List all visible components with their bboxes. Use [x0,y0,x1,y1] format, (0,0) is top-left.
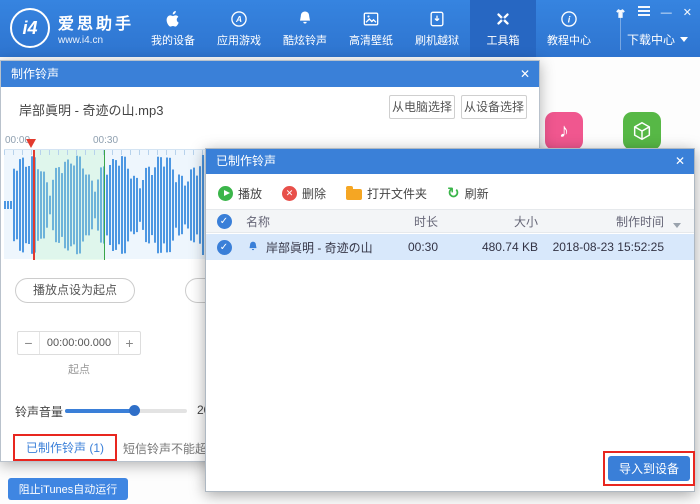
game-icon: A [229,9,249,29]
stepper-plus-button[interactable]: + [118,332,140,354]
play-icon [218,186,233,201]
made-ringtones-link[interactable]: 已制作铃声 (1) [26,439,104,456]
playhead-flag-icon [26,139,36,153]
download-center-label: 下载中心 [627,31,675,48]
chevron-down-icon [680,37,688,46]
window-controls: — ✕ [614,6,692,20]
ringtone-toolbar: 播放 ✕ 删除 打开文件夹 ↻ 刷新 [218,182,489,204]
folder-icon [346,189,362,200]
app-title: 爱思助手 [58,10,134,34]
dialog-title: 已制作铃声 [216,154,276,168]
nav-label: 刷机越狱 [415,32,459,48]
header-divider [620,10,621,50]
svg-text:i: i [568,14,571,24]
refresh-icon: ↻ [447,186,460,201]
close-icon[interactable]: ✕ [683,6,692,20]
ringtone-tool-tile[interactable]: ♪ [545,112,583,150]
app-header: i4 爱思助手 www.i4.cn 我的设备 A 应用游戏 [0,0,700,57]
dialog-titlebar: 已制作铃声 ✕ [206,149,694,174]
row-size: 480.74 KB [442,240,542,254]
import-to-device-button[interactable]: 导入到设备 [608,456,690,481]
main-nav: 我的设备 A 应用游戏 酷炫铃声 高清壁纸 [140,0,602,57]
svg-text:A: A [235,14,242,24]
bell-icon [295,9,315,29]
nav-item-flash-jailbreak[interactable]: 刷机越狱 [404,0,470,57]
menu-icon[interactable] [638,6,650,20]
toolbar-label: 删除 [302,185,326,202]
pick-from-device-button[interactable]: 从设备选择 [461,95,527,119]
cube-icon [631,120,653,142]
download-center-button[interactable]: 下载中心 [627,31,688,48]
nav-label: 教程中心 [547,32,591,48]
close-icon[interactable]: ✕ [520,61,530,87]
playhead-line[interactable] [33,150,35,260]
minimize-icon[interactable]: — [661,6,672,20]
apple-icon [163,9,183,29]
play-button[interactable]: 播放 [218,185,262,202]
app-window: i4 爱思助手 www.i4.cn 我的设备 A 应用游戏 [0,0,700,504]
volume-slider[interactable] [65,409,187,413]
highlight-box: 已制作铃声 (1) [13,434,117,461]
column-duration[interactable]: 时长 [384,213,442,230]
nav-label: 高清壁纸 [349,32,393,48]
nav-item-wallpapers[interactable]: 高清壁纸 [338,0,404,57]
table-header: ✓ 名称 时长 大小 制作时间 [206,209,694,233]
select-all-checkbox[interactable]: ✓ [217,214,232,229]
music-note-icon: ♪ [559,120,569,143]
set-start-button[interactable]: 播放点设为起点 [15,278,135,303]
start-time-stepper: − 00:00:00.000 + [17,331,141,355]
nav-item-toolbox[interactable]: 工具箱 [470,0,536,57]
column-size[interactable]: 大小 [442,213,542,230]
row-duration: 00:30 [384,240,442,254]
bell-icon [246,240,260,254]
sort-caret-icon [673,223,681,232]
dialog-titlebar: 制作铃声 ✕ [1,61,539,87]
timeline-mark-label: 00:30 [93,135,118,146]
made-ringtones-dialog: 已制作铃声 ✕ 播放 ✕ 删除 打开文件夹 ↻ 刷新 [205,148,695,492]
row-name: 岸部眞明 - 奇迹の山 [266,239,373,256]
delete-button[interactable]: ✕ 删除 [282,185,326,202]
nav-item-my-devices[interactable]: 我的设备 [140,0,206,57]
nav-item-apps-games[interactable]: A 应用游戏 [206,0,272,57]
close-icon[interactable]: ✕ [675,149,685,174]
block-itunes-button[interactable]: 阻止iTunes自动运行 [8,478,128,500]
stepper-minus-button[interactable]: − [18,332,40,354]
nav-label: 我的设备 [151,32,195,48]
column-name[interactable]: 名称 [246,213,270,230]
logo-badge: i4 [10,8,50,48]
flash-icon [427,9,447,29]
refresh-button[interactable]: ↻ 刷新 [447,185,489,202]
selection-region [34,150,105,260]
info-icon: i [559,9,579,29]
volume-slider-fill [65,409,135,413]
app-logo[interactable]: i4 爱思助手 www.i4.cn [10,8,134,48]
ringtone-filename: 岸部眞明 - 奇迹の山.mp3 [19,100,163,119]
column-created[interactable]: 制作时间 [542,213,694,230]
nav-item-tutorials[interactable]: i 教程中心 [536,0,602,57]
app-site: www.i4.cn [58,35,134,46]
dialog-title: 制作铃声 [11,67,59,81]
row-checkbox[interactable]: ✓ [217,240,232,255]
toolbar-label: 播放 [238,185,262,202]
volume-slider-handle[interactable] [129,405,140,416]
nav-label: 应用游戏 [217,32,261,48]
start-point-label: 起点 [17,361,141,377]
pick-from-pc-button[interactable]: 从电脑选择 [389,95,455,119]
row-created: 2018-08-23 15:52:25 [542,240,694,254]
highlight-box: 导入到设备 [603,451,695,486]
wallpaper-icon [361,9,381,29]
open-folder-button[interactable]: 打开文件夹 [346,185,427,202]
cube-tool-tile[interactable] [623,112,661,150]
delete-icon: ✕ [282,186,297,201]
toolbar-label: 打开文件夹 [367,185,427,202]
start-time-value[interactable]: 00:00:00.000 [40,332,118,354]
nav-label: 工具箱 [487,32,520,48]
table-row[interactable]: ✓ 岸部眞明 - 奇迹の山 00:30 480.74 KB 2018-08-23… [206,234,694,260]
toolbar-label: 刷新 [465,185,489,202]
volume-label: 铃声音量 [15,403,63,420]
nav-label: 酷炫铃声 [283,32,327,48]
nav-item-ringtones[interactable]: 酷炫铃声 [272,0,338,57]
toolbox-icon [493,9,513,29]
